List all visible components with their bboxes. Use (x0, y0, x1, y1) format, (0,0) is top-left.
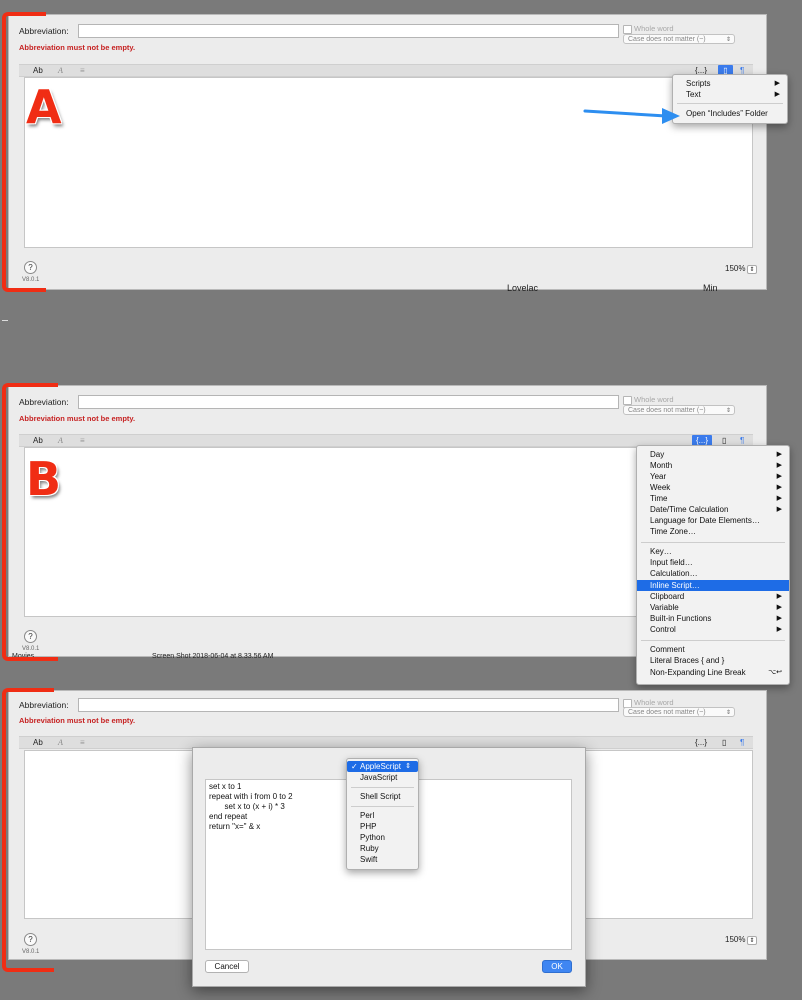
menu-item-shell-script[interactable]: Shell Script (347, 791, 418, 802)
menu-item-swift[interactable]: Swift (347, 854, 418, 865)
dash-mark (2, 320, 8, 321)
menu-item-time-zone[interactable]: Time Zone… (637, 526, 789, 537)
menu-item-perl[interactable]: Perl (347, 810, 418, 821)
menu-item-applescript[interactable]: ✓ AppleScript ⇕ (347, 761, 418, 772)
annotation-letter-b: B (26, 452, 62, 506)
menu-item-control[interactable]: Control ▶ (637, 624, 789, 635)
whole-word-label: Whole word (634, 698, 674, 707)
annotation-bracket (2, 688, 54, 972)
macro-button[interactable]: {...} (695, 737, 707, 748)
menu-item-time[interactable]: Time ▶ (637, 493, 789, 504)
menu-item-language-date[interactable]: Language for Date Elements… (637, 515, 789, 526)
menu-item-inline-script[interactable]: Inline Script… (637, 580, 789, 591)
language-menu: ✓ AppleScript ⇕ JavaScript Shell Script P… (346, 758, 419, 870)
script-code: set x to 1 repeat with i from 0 to 2 set… (209, 782, 293, 831)
case-select[interactable]: Case does not matter (~) ⇕ (623, 707, 735, 717)
panel-a-window: Abbreviation: Whole word Case does not m… (8, 14, 767, 290)
tab-format[interactable]: ≡ (80, 65, 85, 76)
chevron-updown-icon: ⇕ (725, 710, 731, 716)
menu-item-python[interactable]: Python (347, 832, 418, 843)
menu-item-day[interactable]: Day ▶ (637, 449, 789, 460)
zoom-control[interactable]: 150% ⇕ (725, 935, 757, 945)
tab-format[interactable]: ≡ (80, 737, 85, 748)
menu-separator (641, 640, 785, 641)
tab-rich-text[interactable]: A (58, 737, 63, 748)
paragraph-button[interactable]: ¶ (740, 737, 744, 748)
abbreviation-input[interactable] (78, 24, 619, 38)
tab-rich-text[interactable]: A (58, 435, 63, 446)
background-text: Lovelac (507, 283, 539, 293)
tab-format[interactable]: ≡ (80, 435, 85, 446)
zoom-control[interactable]: 150% ⇕ (725, 264, 757, 274)
shortcut-label: ⌥↩ (768, 669, 782, 676)
annotation-bracket (2, 12, 46, 292)
case-select[interactable]: Case does not matter (~) ⇕ (623, 34, 735, 44)
zoom-value: 150% (725, 935, 746, 944)
menu-item-built-in-functions[interactable]: Built-in Functions ▶ (637, 613, 789, 624)
checkmark-icon: ✓ (351, 762, 358, 771)
menu-item-php[interactable]: PHP (347, 821, 418, 832)
case-select-value: Case does not matter (~) (628, 709, 706, 716)
abbreviation-input[interactable] (78, 395, 619, 409)
menu-item-literal-braces[interactable]: Literal Braces { and } (637, 655, 789, 666)
chevron-updown-icon: ⇕ (405, 763, 411, 770)
menu-item-variable[interactable]: Variable ▶ (637, 602, 789, 613)
menu-item-open-includes[interactable]: Open “Includes” Folder (673, 108, 787, 119)
cancel-button[interactable]: Cancel (205, 960, 249, 973)
menu-separator (351, 806, 414, 807)
ok-button[interactable]: OK (542, 960, 572, 973)
menu-separator (641, 542, 785, 543)
menu-item-input-field[interactable]: Input field… (637, 557, 789, 568)
menu-item-clipboard[interactable]: Clipboard ▶ (637, 591, 789, 602)
menu-item-calculation[interactable]: Calculation… (637, 568, 789, 579)
macro-menu: Day ▶ Month ▶ Year ▶ Week ▶ Time ▶ Date/Time … (636, 445, 790, 685)
case-select-value: Case does not matter (~) (628, 407, 706, 414)
abbreviation-input[interactable] (78, 698, 619, 712)
menu-item-text[interactable]: Text ▶ (673, 89, 787, 100)
menu-item-year[interactable]: Year ▶ (637, 471, 789, 482)
tab-rich-text[interactable]: A (58, 65, 63, 76)
editor-toolbar: Ab A ≡ {...} ▯ ¶ (19, 64, 753, 77)
zoom-value: 150% (725, 264, 746, 273)
menu-item-comment[interactable]: Comment (637, 644, 789, 655)
annotation-bracket (2, 383, 58, 661)
case-select[interactable]: Case does not matter (~) ⇕ (623, 405, 735, 415)
stepper-icon[interactable]: ⇕ (747, 936, 757, 945)
menu-item-key[interactable]: Key… (637, 546, 789, 557)
background-text: Min (703, 283, 718, 293)
whole-word-label: Whole word (634, 395, 674, 404)
menu-item-ruby[interactable]: Ruby (347, 843, 418, 854)
menu-item-javascript[interactable]: JavaScript (347, 772, 418, 783)
case-select-value: Case does not matter (~) (628, 36, 706, 43)
file-button[interactable]: ▯ (722, 737, 726, 748)
menu-item-date-time-calculation[interactable]: Date/Time Calculation ▶ (637, 504, 789, 515)
menu-item-line-break[interactable]: Non-Expanding Line Break ⌥↩ (637, 667, 789, 678)
whole-word-checkbox[interactable] (623, 25, 632, 34)
annotation-letter-a: A (26, 80, 62, 134)
chevron-updown-icon: ⇕ (725, 37, 731, 43)
menu-separator (351, 787, 414, 788)
chevron-updown-icon: ⇕ (725, 408, 731, 414)
menu-item-month[interactable]: Month ▶ (637, 460, 789, 471)
whole-word-label: Whole word (634, 24, 674, 33)
menu-separator (677, 103, 783, 104)
menu-item-scripts[interactable]: Scripts ▶ (673, 78, 787, 89)
whole-word-checkbox[interactable] (623, 396, 632, 405)
menu-item-week[interactable]: Week ▶ (637, 482, 789, 493)
background-text: Screen Shot 2018-06-04 at 8.33.56 AM (152, 653, 274, 660)
snippet-editor[interactable] (24, 77, 753, 248)
stepper-icon[interactable]: ⇕ (747, 265, 757, 274)
includes-menu: Scripts ▶ Text ▶ Open “Includes” Folder (672, 74, 788, 124)
annotation-arrow (583, 108, 680, 124)
